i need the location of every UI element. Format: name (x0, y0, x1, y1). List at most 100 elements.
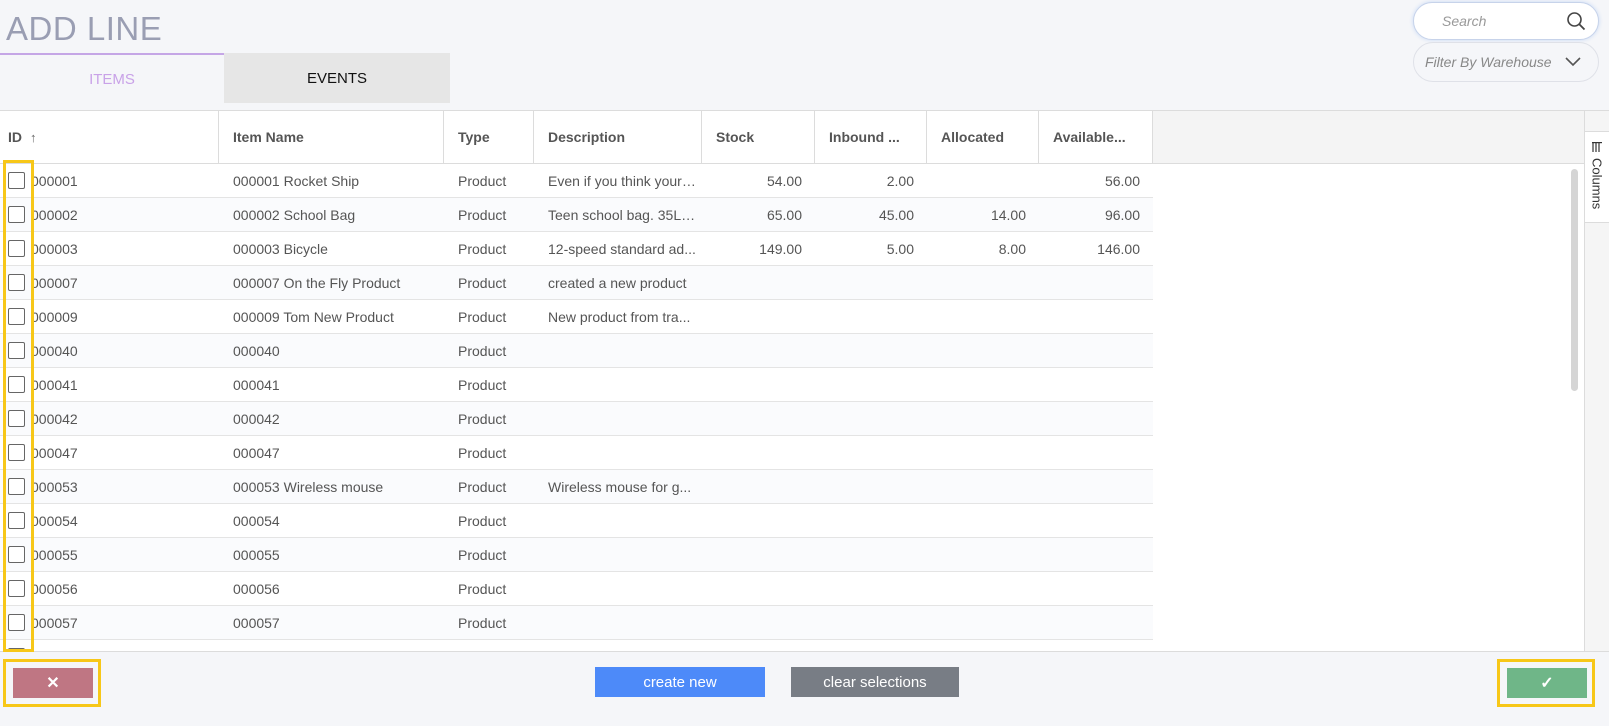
cell-item-name: 000009 Tom New Product (233, 308, 394, 325)
row-checkbox[interactable] (8, 478, 25, 495)
cell-item-name: 000056 (233, 580, 280, 597)
cancel-button[interactable]: ✕ (13, 668, 93, 698)
column-header-type[interactable]: Type (444, 111, 534, 163)
tab-bar: ITEMS EVENTS (0, 53, 450, 103)
column-header-stock[interactable]: Stock (702, 111, 815, 163)
cell-id-text: 000057 (31, 614, 78, 631)
cell-type: Product (458, 274, 507, 291)
cell-item-name: 000057 (233, 614, 280, 631)
grid-body: 000001 000001 Rocket Ship Product Even if y… (0, 164, 1153, 652)
search-icon[interactable] (1566, 11, 1586, 31)
cell-item-name: 000003 Bicycle (233, 240, 328, 257)
table-row[interactable]: 000055 000055 Product (0, 538, 1153, 572)
cell-stock: 54.00 (766, 172, 802, 189)
search-box (1413, 2, 1599, 40)
cell-available: 56.00 (1104, 172, 1140, 189)
cell-description: Teen school bag. 35L.... (548, 206, 697, 223)
create-new-button[interactable]: create new (595, 667, 765, 697)
table-row[interactable]: 000040 000040 Product (0, 334, 1153, 368)
cell-type: Product (458, 410, 507, 427)
search-input[interactable] (1442, 13, 1562, 29)
cell-id: 000040 (0, 342, 219, 359)
cell-type: Product (458, 512, 507, 529)
cell-id-text: 000009 (31, 308, 78, 325)
cell-type: Product (444, 649, 534, 652)
column-header-available[interactable]: Available... (1039, 111, 1153, 163)
warehouse-filter[interactable]: Filter By Warehouse (1413, 42, 1599, 82)
row-checkbox[interactable] (8, 512, 25, 529)
cell-item-name: 000058 (219, 649, 444, 652)
row-checkbox[interactable] (8, 274, 25, 291)
table-row[interactable]: 000056 000056 Product (0, 572, 1153, 606)
row-checkbox[interactable] (8, 580, 25, 597)
tab-events[interactable]: EVENTS (224, 53, 450, 103)
row-checkbox[interactable] (8, 308, 25, 325)
cell-item-name: 000007 On the Fly Product (233, 274, 401, 291)
table-row[interactable]: 000002 000002 School Bag Product Teen schoo… (0, 198, 1153, 232)
cell-inbound: 45.00 (878, 206, 914, 223)
cell-id: 000058 (0, 648, 219, 651)
row-checkbox[interactable] (8, 410, 25, 427)
columns-panel-label: Columns (1589, 158, 1605, 210)
cell-item-name: 000002 School Bag (233, 206, 356, 223)
cell-stock: 149.00 (759, 240, 802, 257)
cell-type: Product (458, 614, 507, 631)
table-row[interactable]: 000009 000009 Tom New Product Product New p… (0, 300, 1153, 334)
cell-id-text: 000055 (31, 546, 78, 563)
columns-panel-toggle[interactable]: Columns (1584, 131, 1609, 223)
cell-type: Product (458, 444, 507, 461)
cell-item-name: 000053 Wireless mouse (233, 478, 384, 495)
table-row[interactable]: 000057 000057 Product (0, 606, 1153, 640)
cell-id-text: 000040 (31, 342, 78, 359)
cell-id: 000007 (0, 274, 219, 291)
table-row[interactable]: 000047 000047 Product (0, 436, 1153, 470)
cell-id: 000047 (0, 444, 219, 461)
cell-type: Product (458, 478, 507, 495)
row-checkbox[interactable] (8, 376, 25, 393)
table-row[interactable]: 000042 000042 Product (0, 402, 1153, 436)
cell-item-name: 000001 Rocket Ship (233, 172, 360, 189)
row-checkbox[interactable] (8, 172, 25, 189)
column-header-item-name[interactable]: Item Name (219, 111, 444, 163)
cell-id-text: 000003 (31, 240, 78, 257)
tab-items[interactable]: ITEMS (0, 53, 224, 103)
table-row[interactable]: 000054 000054 Product (0, 504, 1153, 538)
table-row[interactable]: 000041 000041 Product (0, 368, 1153, 402)
cell-description: 12-speed standard ad... (548, 240, 696, 257)
vertical-scrollbar[interactable] (1571, 169, 1578, 391)
cell-item-name: 000055 (233, 546, 280, 563)
cell-available: 146.00 (1097, 240, 1140, 257)
table-row[interactable]: 000003 000003 Bicycle Product 12-speed stan… (0, 232, 1153, 266)
clear-selections-button[interactable]: clear selections (791, 667, 959, 697)
row-checkbox[interactable] (8, 444, 25, 461)
column-header-description[interactable]: Description (534, 111, 702, 163)
cell-id: 000053 (0, 478, 219, 495)
table-row[interactable]: 000053 000053 Wireless mouse Product Wirele… (0, 470, 1153, 504)
cell-id-text: 000001 (31, 172, 78, 189)
cell-type: Product (458, 342, 507, 359)
row-checkbox[interactable] (8, 240, 25, 257)
row-checkbox[interactable] (8, 206, 25, 223)
table-row[interactable]: 000058000058Product (0, 640, 1153, 652)
row-checkbox[interactable] (8, 342, 25, 359)
row-checkbox[interactable] (8, 546, 25, 563)
chevron-down-icon (1565, 57, 1581, 67)
confirm-button-highlight: ✓ (1497, 659, 1595, 707)
cell-id: 000055 (0, 546, 219, 563)
row-checkbox[interactable] (8, 648, 25, 651)
cell-item-name: 000047 (233, 444, 280, 461)
row-checkbox[interactable] (8, 614, 25, 631)
warehouse-filter-placeholder: Filter By Warehouse (1425, 54, 1552, 70)
cell-id-text: 000042 (31, 410, 78, 427)
column-header-allocated[interactable]: Allocated (927, 111, 1039, 163)
cell-stock: 65.00 (766, 206, 802, 223)
cell-type: Product (458, 240, 507, 257)
column-header-inbound[interactable]: Inbound ... (815, 111, 927, 163)
table-row[interactable]: 000007 000007 On the Fly Product Product cr… (0, 266, 1153, 300)
confirm-button[interactable]: ✓ (1507, 668, 1587, 698)
cell-id: 000056 (0, 580, 219, 597)
cell-type: Product (458, 308, 507, 325)
table-row[interactable]: 000001 000001 Rocket Ship Product Even if y… (0, 164, 1153, 198)
column-header-id[interactable]: ID ↑ (0, 111, 219, 163)
cell-id-text: 000041 (31, 376, 78, 393)
